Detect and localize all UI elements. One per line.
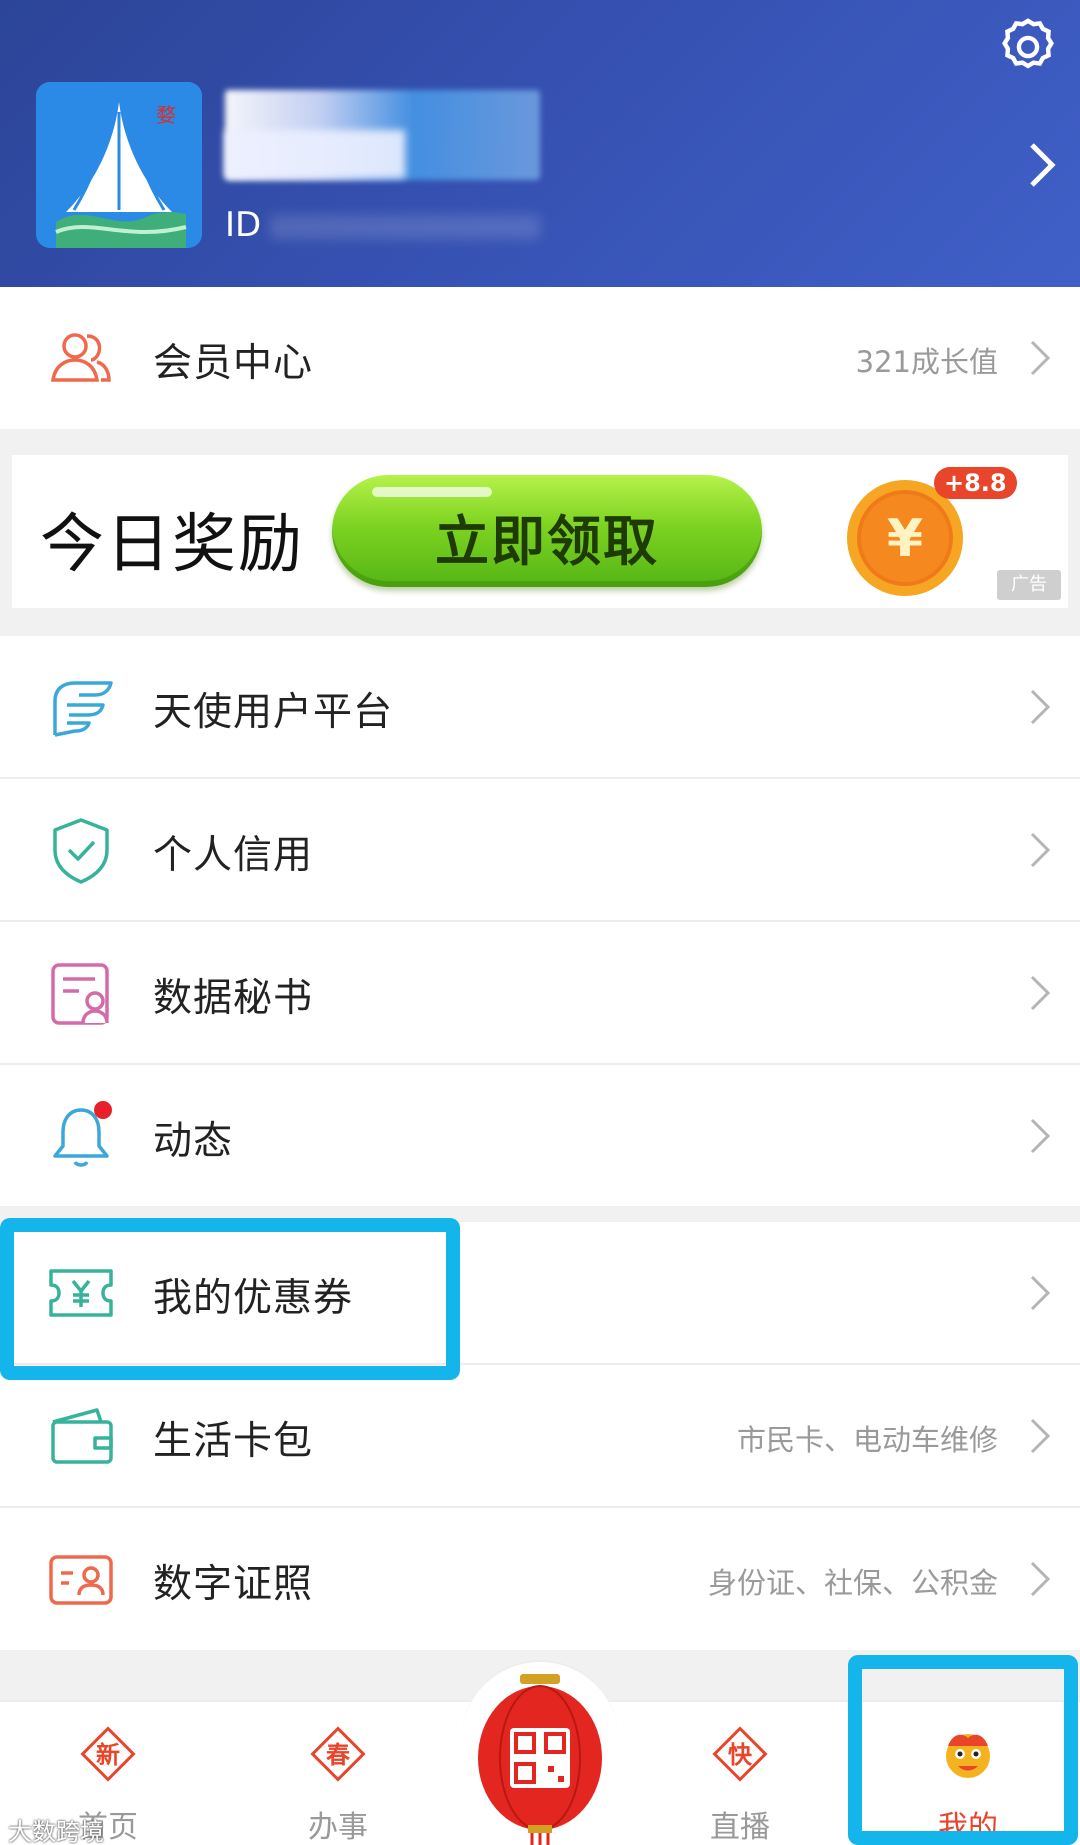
chevron-right-icon xyxy=(1030,832,1051,868)
services-spring-icon: 春 xyxy=(310,1726,366,1782)
tab-label: 办事 xyxy=(308,1810,368,1845)
menu-label: 个人信用 xyxy=(153,833,314,878)
growth-value: 321成长值 xyxy=(855,345,998,379)
svg-text:新: 新 xyxy=(96,1741,120,1769)
claim-button[interactable]: 立即领取 xyxy=(332,475,762,587)
coupon-icon xyxy=(49,1269,113,1317)
menu-item-data-secretary[interactable]: 数据秘书 xyxy=(0,922,1080,1064)
chevron-right-icon xyxy=(1030,1118,1051,1154)
watermark: 大数跨境 xyxy=(8,1818,104,1845)
chevron-right-icon xyxy=(1030,975,1051,1011)
tab-mine[interactable]: 我的 xyxy=(860,1702,1076,1845)
menu-label: 数据秘书 xyxy=(153,976,314,1021)
wallet-icon xyxy=(51,1408,113,1464)
avatar[interactable]: 婺 xyxy=(36,82,202,248)
menu-item-wallet[interactable]: 生活卡包 市民卡、电动车维修 xyxy=(0,1365,1080,1507)
tab-live[interactable]: 快 直播 xyxy=(632,1702,848,1845)
ad-tag: 广告 xyxy=(997,570,1061,600)
live-fast-icon: 快 xyxy=(712,1726,768,1782)
claim-button-label: 立即领取 xyxy=(435,510,659,573)
qr-lantern-icon[interactable] xyxy=(470,1670,610,1845)
profile-header: 婺 ID xyxy=(0,0,1080,287)
tab-label: 直播 xyxy=(710,1810,770,1845)
menu-item-coupons[interactable]: 我的优惠券 xyxy=(0,1222,1080,1364)
chevron-right-icon xyxy=(1030,1561,1051,1597)
menu-item-credit[interactable]: 个人信用 xyxy=(0,779,1080,921)
menu-label: 天使用户平台 xyxy=(153,690,394,735)
lion-dance-icon xyxy=(946,1734,990,1778)
menu-label: 数字证照 xyxy=(153,1562,314,1607)
member-center-row[interactable]: 会员中心 321成长值 xyxy=(0,287,1080,429)
svg-text:快: 快 xyxy=(728,1741,753,1769)
member-center-label: 会员中心 xyxy=(153,341,314,386)
gear-icon[interactable] xyxy=(995,14,1061,80)
users-icon xyxy=(50,333,111,382)
document-user-icon xyxy=(51,963,109,1025)
wing-icon xyxy=(53,681,113,737)
tab-services[interactable]: 春 办事 xyxy=(230,1702,446,1845)
chevron-right-icon xyxy=(1030,1418,1051,1454)
menu-label: 动态 xyxy=(153,1119,234,1164)
bonus-badge: +8.8 xyxy=(934,467,1017,499)
chevron-right-icon[interactable] xyxy=(1025,140,1059,190)
id-card-icon xyxy=(49,1555,113,1605)
bell-icon xyxy=(53,1101,112,1167)
svg-text:春: 春 xyxy=(326,1741,350,1769)
reward-banner[interactable]: 今日奖励 立即领取 ¥ +8.8 广告 xyxy=(12,455,1068,608)
menu-group-2: 我的优惠券 生活卡包 市民卡、电动车维修 数字证照 身份证、社保、公积金 xyxy=(0,1222,1080,1650)
chevron-right-icon xyxy=(1030,689,1051,725)
app-logo-icon: 婺 xyxy=(36,82,202,248)
tab-label: 我的 xyxy=(938,1810,998,1845)
user-id-blurred xyxy=(270,215,540,239)
user-id-label: ID xyxy=(225,205,262,245)
menu-label: 生活卡包 xyxy=(153,1419,314,1464)
menu-sub: 市民卡、电动车维修 xyxy=(736,1423,998,1457)
member-center-panel: 会员中心 321成长值 xyxy=(0,287,1080,429)
chevron-right-icon xyxy=(1030,1275,1051,1311)
username-blurred-2 xyxy=(225,130,405,178)
banner-title: 今日奖励 xyxy=(40,508,304,582)
menu-item-activity[interactable]: 动态 xyxy=(0,1065,1080,1207)
chevron-right-icon xyxy=(1030,340,1051,376)
menu-item-digital-license[interactable]: 数字证照 身份证、社保、公积金 xyxy=(0,1508,1080,1650)
menu-label: 我的优惠券 xyxy=(153,1276,354,1321)
menu-group-1: 天使用户平台 个人信用 数据秘书 动态 xyxy=(0,636,1080,1206)
svg-text:婺: 婺 xyxy=(156,103,176,127)
home-new-icon: 新 xyxy=(80,1726,136,1782)
menu-item-angel-platform[interactable]: 天使用户平台 xyxy=(0,636,1080,778)
svg-text:¥: ¥ xyxy=(887,509,923,569)
menu-sub: 身份证、社保、公积金 xyxy=(707,1566,998,1600)
shield-check-icon xyxy=(53,818,109,884)
